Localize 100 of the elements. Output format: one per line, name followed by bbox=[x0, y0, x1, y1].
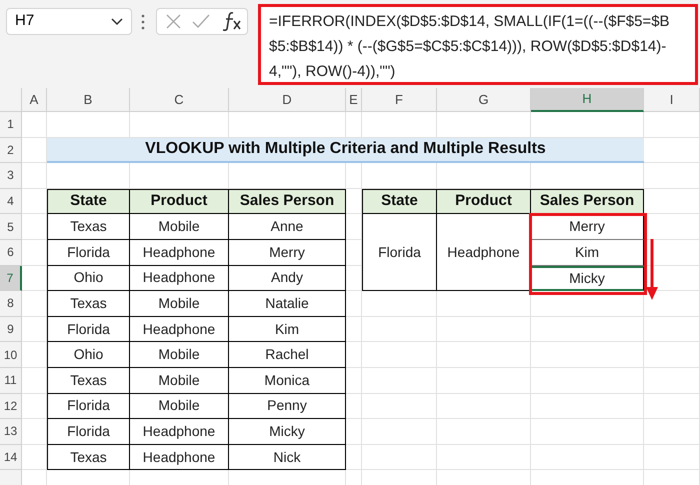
table-cell: Natalie bbox=[229, 291, 346, 317]
table-cell: Headphone bbox=[130, 240, 229, 266]
grid-cell bbox=[22, 444, 47, 470]
grid-cell bbox=[22, 368, 47, 394]
grid-cell bbox=[346, 163, 362, 189]
table-cell: Mobile bbox=[130, 394, 229, 420]
column-header[interactable]: I bbox=[644, 88, 700, 112]
grid-cell bbox=[22, 163, 47, 189]
row-header[interactable]: 3 bbox=[0, 163, 22, 189]
column-header[interactable]: H bbox=[531, 88, 644, 112]
select-all-corner[interactable] bbox=[0, 88, 22, 112]
table-cell: Florida bbox=[47, 419, 130, 445]
grid-cell bbox=[644, 240, 700, 266]
grid-cell bbox=[22, 112, 47, 138]
row-header[interactable]: 2 bbox=[0, 138, 22, 164]
table-cell: Rachel bbox=[229, 342, 346, 368]
table-cell: Headphone bbox=[130, 444, 229, 470]
column-heading: Sales Person bbox=[229, 188, 346, 214]
row-header[interactable]: 13 bbox=[0, 419, 22, 445]
name-box[interactable]: H7 bbox=[6, 8, 132, 35]
table-cell: Ohio bbox=[47, 266, 130, 292]
grid-cell bbox=[644, 368, 700, 394]
column-heading: Sales Person bbox=[531, 188, 644, 214]
grid-cell bbox=[346, 342, 362, 368]
table-cell: Texas bbox=[47, 368, 130, 394]
column-header[interactable]: G bbox=[437, 88, 531, 112]
row-header[interactable]: 10 bbox=[0, 342, 22, 368]
table-cell: Merry bbox=[229, 240, 346, 266]
table-cell: Monica bbox=[229, 368, 346, 394]
grid-cell bbox=[346, 394, 362, 420]
column-header[interactable]: C bbox=[130, 88, 229, 112]
column-heading: Product bbox=[130, 188, 229, 214]
grid-cell bbox=[346, 444, 362, 470]
table-cell: Merry bbox=[531, 214, 644, 240]
table-cell: Mobile bbox=[130, 368, 229, 394]
formula-bar[interactable]: =IFERROR(INDEX($D$5:$D$14, SMALL(IF(1=((--($F$5=$B$5:$B$14)) * (--($G$5=$C$5:$C$14))), ROW($D$5:$D$14)-4,""), ROW()-4)),"") bbox=[258, 4, 698, 85]
column-header[interactable]: B bbox=[47, 88, 130, 112]
grid-cell bbox=[644, 316, 700, 342]
grid-cell bbox=[644, 163, 700, 189]
grid-cell bbox=[346, 291, 362, 317]
grid-cell bbox=[22, 188, 47, 214]
table-cell: Texas bbox=[47, 214, 130, 240]
grid-cell bbox=[22, 266, 47, 292]
row-header[interactable]: 9 bbox=[0, 316, 22, 342]
grid-cell bbox=[346, 266, 362, 292]
row-header[interactable]: 1 bbox=[0, 112, 22, 138]
grid-cell bbox=[22, 342, 47, 368]
table-cell: Florida bbox=[47, 240, 130, 266]
chevron-down-icon bbox=[111, 18, 123, 26]
grid-cell bbox=[644, 342, 700, 368]
column-header[interactable]: D bbox=[229, 88, 346, 112]
row-header[interactable]: 6 bbox=[0, 240, 22, 266]
formula-text: =IFERROR(INDEX($D$5:$D$14, SMALL(IF(1=((--($F$5=$B$5:$B$14)) * (--($G$5=$C$5:$C$14))), ROW($D$5:$D$14)-4,""), ROW()-4)),"") bbox=[269, 13, 670, 80]
grid-cell bbox=[22, 394, 47, 420]
table-cell: Florida bbox=[362, 214, 437, 292]
table-cell: Headphone bbox=[437, 214, 531, 292]
grid-cell bbox=[644, 188, 700, 214]
table-cell: Texas bbox=[47, 291, 130, 317]
row-header[interactable]: 11 bbox=[0, 368, 22, 394]
grid-cell bbox=[22, 240, 47, 266]
table-cell: Anne bbox=[229, 214, 346, 240]
row-header[interactable]: 8 bbox=[0, 291, 22, 317]
grid-cell bbox=[644, 214, 700, 240]
column-header[interactable]: E bbox=[346, 88, 362, 112]
grid-cell bbox=[346, 368, 362, 394]
column-header[interactable]: A bbox=[22, 88, 47, 112]
table-cell: Florida bbox=[47, 316, 130, 342]
row-header[interactable]: 4 bbox=[0, 188, 22, 214]
grid-cell bbox=[22, 291, 47, 317]
row-header[interactable]: 5 bbox=[0, 214, 22, 240]
dots-icon bbox=[141, 14, 145, 30]
table-cell: Kim bbox=[229, 316, 346, 342]
grid-cell bbox=[346, 240, 362, 266]
table-cell: Headphone bbox=[130, 419, 229, 445]
table-cell: Micky bbox=[229, 419, 346, 445]
grid-cell bbox=[346, 214, 362, 240]
table-cell: Kim bbox=[531, 240, 644, 266]
grid-cell bbox=[346, 112, 362, 138]
row-header[interactable]: 12 bbox=[0, 394, 22, 420]
table-cell: Micky bbox=[531, 266, 644, 292]
table-cell: Penny bbox=[229, 394, 346, 420]
cancel-icon[interactable] bbox=[166, 14, 181, 29]
grid-cell bbox=[644, 112, 700, 138]
column-heading: State bbox=[47, 188, 130, 214]
grid-cell bbox=[644, 444, 700, 470]
column-header[interactable]: F bbox=[362, 88, 437, 112]
grid-cell bbox=[644, 419, 700, 445]
row-header[interactable]: 7 bbox=[0, 266, 22, 292]
function-icon[interactable] bbox=[222, 11, 242, 31]
column-heading: State bbox=[362, 188, 437, 214]
table-cell: Headphone bbox=[130, 266, 229, 292]
grid-cell bbox=[22, 138, 47, 164]
table-cell: Andy bbox=[229, 266, 346, 292]
grid-cell bbox=[22, 214, 47, 240]
check-icon[interactable] bbox=[192, 14, 210, 29]
down-arrow-icon bbox=[645, 239, 659, 301]
table-cell: Nick bbox=[229, 444, 346, 470]
table-cell: Headphone bbox=[130, 316, 229, 342]
table-cell: Mobile bbox=[130, 214, 229, 240]
row-header[interactable]: 14 bbox=[0, 444, 22, 470]
